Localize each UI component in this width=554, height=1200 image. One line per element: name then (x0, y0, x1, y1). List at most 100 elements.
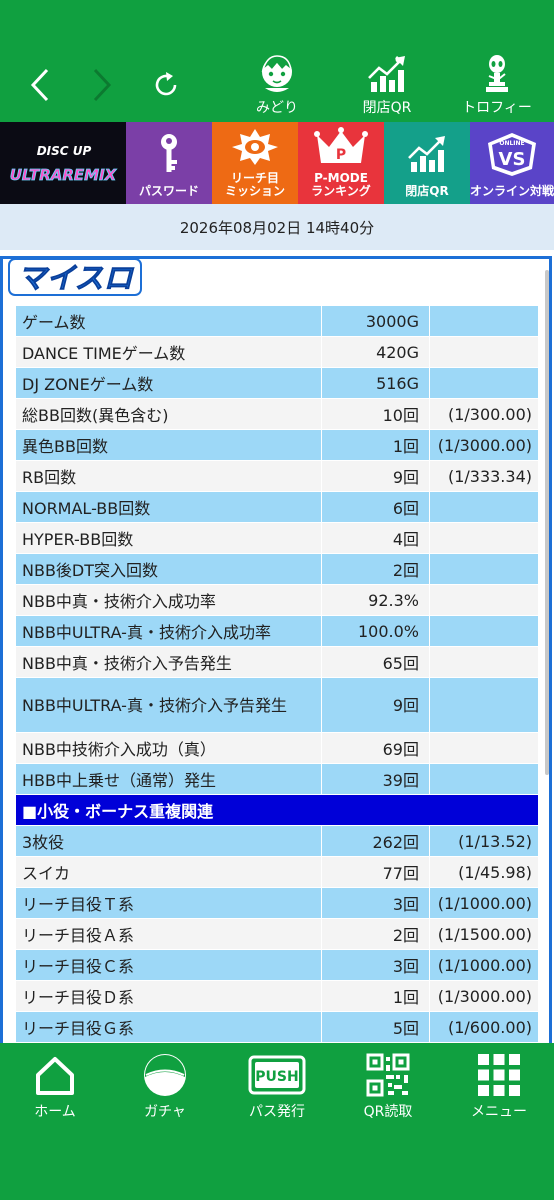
stat-value: 69回 (321, 732, 430, 764)
qr-code-icon (366, 1051, 410, 1099)
svg-text:PUSH: PUSH (255, 1069, 298, 1085)
stats-row: NBB中真・技術介入予告発生 65回 (14, 646, 539, 678)
forward-button[interactable] (82, 60, 122, 110)
stat-value: 39回 (321, 763, 430, 795)
stat-value: 2回 (321, 918, 430, 950)
top-item-label: 閉店QR (362, 100, 412, 116)
push-icon: PUSH (248, 1051, 306, 1099)
svg-text:ULTRAREMIX: ULTRAREMIX (10, 166, 118, 184)
stat-ratio (429, 615, 539, 647)
nav-menu[interactable]: メニュー (449, 1051, 549, 1121)
tile-label-line2: ランキング (311, 184, 371, 198)
tile-password[interactable]: パスワード (126, 122, 212, 204)
top-item-label: みどり (256, 100, 298, 116)
stats-row: リーチ目役Ｔ系 3回 (1/1000.00) (14, 887, 539, 919)
stats-row: スイカ 77回 (1/45.98) (14, 856, 539, 888)
stats-row: NBB中真・技術介入成功率 92.3% (14, 584, 539, 616)
stat-label: リーチ目役Ｔ系 (14, 887, 323, 919)
stat-value: 1回 (321, 429, 430, 461)
stat-label: DJ ZONEゲーム数 (14, 367, 323, 399)
tile-closing-qr[interactable]: 閉店QR (384, 122, 470, 204)
stats-row: DANCE TIMEゲーム数 420G (14, 336, 539, 368)
stat-value: 1回 (321, 980, 430, 1012)
stats-table: ゲーム数 3000G DANCE TIMEゲーム数 420G DJ ZONEゲーム数 51… (14, 305, 539, 1043)
bottom-nav-bar: ホーム ガチャ PUSH パス発行 QR読取 メニュー (0, 1043, 554, 1200)
top-nav-bar: みどり 閉店QR トロフィー (0, 0, 554, 122)
stat-value: 516G (321, 367, 430, 399)
nav-qr-scan[interactable]: QR読取 (338, 1051, 438, 1121)
stat-label: リーチ目役Ａ系 (14, 918, 323, 950)
nav-label: QR読取 (363, 1104, 413, 1120)
svg-text:ONLINE: ONLINE (499, 140, 524, 147)
stats-row: 総BB回数(異色含む) 10回 (1/300.00) (14, 398, 539, 430)
stat-label: NBB中ULTRA-真・技術介入予告発生 (14, 677, 323, 733)
stat-label: 総BB回数(異色含む) (14, 398, 323, 430)
stats-row: リーチ目役Ｄ系 1回 (1/3000.00) (14, 980, 539, 1012)
stat-ratio: (1/13.52) (429, 825, 539, 857)
stat-label: HBB中上乗せ（通常）発生 (14, 763, 323, 795)
stat-value: 2回 (321, 553, 430, 585)
content-area[interactable]: マイスロ ゲーム数 3000G DANCE TIMEゲーム数 420G DJ ZONEゲ… (0, 250, 554, 1043)
stat-label: NBB中技術介入成功（真） (14, 732, 323, 764)
stats-row: NBB中技術介入成功（真） 69回 (14, 732, 539, 764)
back-button[interactable] (20, 60, 60, 110)
stat-value: 6回 (321, 491, 430, 523)
stat-value: 92.3% (321, 584, 430, 616)
tile-pmode-ranking[interactable]: P P-MODE ランキング (298, 122, 384, 204)
stat-ratio: (1/3000.00) (429, 429, 539, 461)
stat-label: RB回数 (14, 460, 323, 492)
disc-up-logo: DISC UP ULTRAREMIX (9, 144, 118, 184)
growth-chart-icon (384, 122, 470, 185)
top-item-closing-qr[interactable]: 閉店QR (342, 52, 432, 118)
top-item-midori[interactable]: みどり (232, 52, 322, 118)
top-item-label: トロフィー (462, 100, 532, 116)
mission-badge-icon (212, 122, 298, 172)
tile-reach-mission[interactable]: リーチ目 ミッション (212, 122, 298, 204)
stat-value: 77回 (321, 856, 430, 888)
stat-ratio: (1/45.98) (429, 856, 539, 888)
svg-text:VS: VS (499, 149, 526, 170)
stat-ratio: (1/600.00) (429, 1011, 539, 1043)
tile-online-battle[interactable]: ONLINE VS オンライン対戦 (470, 122, 554, 204)
home-icon (33, 1051, 77, 1099)
versus-icon: ONLINE VS (470, 122, 554, 185)
stat-label: NORMAL-BB回数 (14, 491, 323, 523)
stat-value: 262回 (321, 825, 430, 857)
stats-row: RB回数 9回 (1/333.34) (14, 460, 539, 492)
chevron-right-icon (93, 68, 112, 102)
svg-text:DISC UP: DISC UP (37, 144, 92, 158)
nav-pass-issue[interactable]: PUSH パス発行 (227, 1051, 327, 1121)
tile-label: パスワード (138, 184, 199, 198)
stats-row: 3枚役 262回 (1/13.52) (14, 825, 539, 857)
stat-value: 9回 (321, 677, 430, 733)
stats-row: NBB中ULTRA-真・技術介入予告発生 9回 (14, 677, 539, 733)
stat-label: リーチ目役Ｃ系 (14, 949, 323, 981)
scrollbar-thumb[interactable] (545, 270, 549, 775)
stat-label: 異色BB回数 (14, 429, 323, 461)
section-title: ■小役・ボーナス重複関連 (15, 794, 539, 826)
stats-row: NORMAL-BB回数 6回 (14, 491, 539, 523)
stat-ratio: (1/1000.00) (429, 949, 539, 981)
stats-row: NBB中ULTRA-真・技術介入成功率 100.0% (14, 615, 539, 647)
character-icon (255, 52, 299, 96)
stats-row: DJ ZONEゲーム数 516G (14, 367, 539, 399)
stat-label: リーチ目役Ｄ系 (14, 980, 323, 1012)
stat-ratio (429, 584, 539, 616)
stat-ratio (429, 677, 539, 733)
stat-value: 10回 (321, 398, 430, 430)
game-logo[interactable]: DISC UP ULTRAREMIX (0, 122, 126, 204)
stat-value: 3回 (321, 887, 430, 919)
stat-label: DANCE TIMEゲーム数 (14, 336, 323, 368)
stat-label: NBB中真・技術介入成功率 (14, 584, 323, 616)
top-item-trophy[interactable]: トロフィー (452, 52, 542, 118)
stat-value: 3回 (321, 949, 430, 981)
nav-gacha[interactable]: ガチャ (115, 1051, 215, 1121)
stats-row: 異色BB回数 1回 (1/3000.00) (14, 429, 539, 461)
refresh-button[interactable] (146, 60, 186, 110)
stats-row: リーチ目役Ｃ系 3回 (1/1000.00) (14, 949, 539, 981)
nav-home[interactable]: ホーム (5, 1051, 105, 1121)
stat-ratio (429, 336, 539, 368)
stat-ratio: (1/333.34) (429, 460, 539, 492)
stat-label: 3枚役 (14, 825, 323, 857)
stat-ratio (429, 646, 539, 678)
